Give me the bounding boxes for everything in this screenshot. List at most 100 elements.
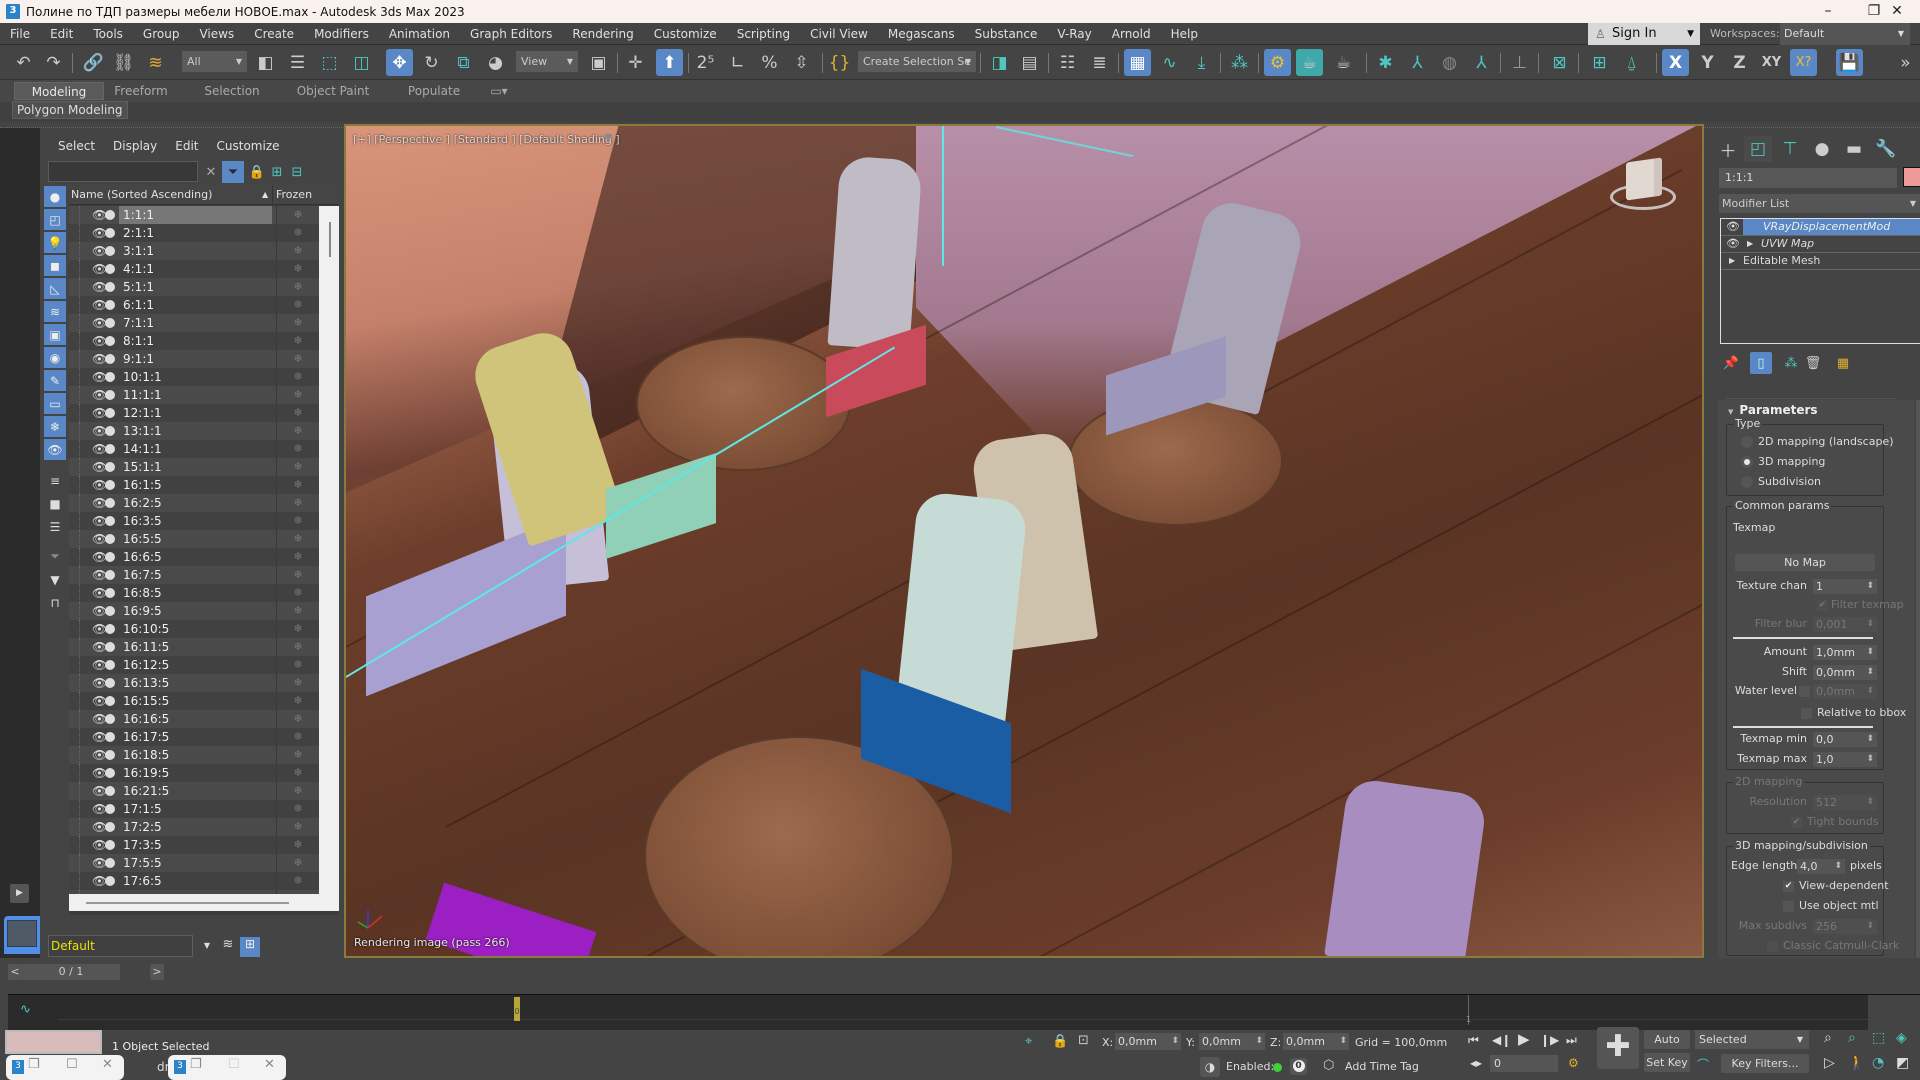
configure-modifier-sets-icon[interactable]: ▦ xyxy=(1832,352,1854,374)
toolbar-overflow-button[interactable]: » xyxy=(1892,49,1919,76)
renderable-toggle-icon[interactable] xyxy=(105,408,115,418)
explorer-row[interactable]: 👁 16:21:5 ❄ xyxy=(69,782,319,800)
goto-end-icon[interactable]: ⏭ xyxy=(1566,1033,1577,1048)
renderable-toggle-icon[interactable] xyxy=(105,480,115,490)
perspective-viewport[interactable]: [+] [Perspective ] [Standard ] [Default … xyxy=(344,124,1704,958)
explorer-row[interactable]: 👁 16:7:5 ❄ xyxy=(69,566,319,584)
current-frame-field[interactable]: 0 xyxy=(1490,1055,1558,1072)
modify-tab-icon[interactable]: ◰ xyxy=(1744,136,1772,162)
renderable-toggle-icon[interactable] xyxy=(105,390,115,400)
orbit-icon[interactable]: ◔ xyxy=(1872,1055,1884,1071)
vray-ies-icon[interactable]: ⅄ xyxy=(1468,49,1495,76)
renderable-toggle-icon[interactable] xyxy=(105,840,115,850)
menu-create[interactable]: Create xyxy=(244,27,304,41)
frozen-icon[interactable]: ❄ xyxy=(276,620,319,638)
bind-space-warp-icon[interactable]: ≋ xyxy=(142,49,169,76)
menu-rendering[interactable]: Rendering xyxy=(562,27,643,41)
renderable-toggle-icon[interactable] xyxy=(105,516,115,526)
stack-item-uvw-map[interactable]: 👁 ▶ UVW Map xyxy=(1721,236,1920,253)
resolution-spinner[interactable]: 512 xyxy=(1813,795,1877,810)
rollout-header[interactable]: ▼ Parameters xyxy=(1728,403,1818,417)
renderable-toggle-icon[interactable] xyxy=(105,228,115,238)
select-scale-icon[interactable]: ⧉ xyxy=(450,49,477,76)
renderable-toggle-icon[interactable] xyxy=(105,462,115,472)
menu-graph-editors[interactable]: Graph Editors xyxy=(460,27,562,41)
set-keys-button[interactable]: ✚ xyxy=(1597,1027,1639,1069)
key-mode-dropdown[interactable]: Selected ▼ xyxy=(1695,1030,1809,1049)
menu-substance[interactable]: Substance xyxy=(965,27,1048,41)
ribbon-toggle-icon[interactable]: ▦ xyxy=(1124,49,1151,76)
constraint-x-button[interactable]: X xyxy=(1662,49,1689,76)
renderable-toggle-icon[interactable] xyxy=(105,570,115,580)
water-level-spinner[interactable]: 0,0mm xyxy=(1813,684,1877,699)
filter-bones-icon[interactable]: ✎ xyxy=(44,370,66,391)
filter-texmap-checkbox[interactable]: ✔ xyxy=(1817,600,1828,611)
filter-helpers-icon[interactable]: ◺ xyxy=(44,278,66,299)
object-color-swatch[interactable] xyxy=(1903,167,1920,187)
zoom-extents-all-icon[interactable]: ◈ xyxy=(1896,1030,1907,1046)
clear-search-icon[interactable]: ✕ xyxy=(200,161,222,183)
menu-views[interactable]: Views xyxy=(189,27,244,41)
explorer-menu-customize[interactable]: Customize xyxy=(208,136,289,156)
explorer-search-input[interactable] xyxy=(48,161,198,182)
redo-icon[interactable]: ↷ xyxy=(40,49,67,76)
radio-button[interactable] xyxy=(1741,476,1753,488)
renderable-toggle-icon[interactable] xyxy=(105,822,115,832)
frozen-icon[interactable]: ❄ xyxy=(276,476,319,494)
close-icon[interactable]: ✕ xyxy=(102,1057,113,1072)
spinner-snap-icon[interactable]: ⇳ xyxy=(788,49,815,76)
renderable-toggle-icon[interactable] xyxy=(105,372,115,382)
add-time-tag-button[interactable]: Add Time Tag xyxy=(1345,1060,1419,1073)
curve-editor-mini-icon[interactable]: ∿ xyxy=(20,1002,31,1017)
frozen-icon[interactable]: ❄ xyxy=(276,260,319,278)
placement-icon[interactable]: ◕ xyxy=(482,49,509,76)
menu-customize[interactable]: Customize xyxy=(644,27,727,41)
renderable-toggle-icon[interactable] xyxy=(105,606,115,616)
explorer-row[interactable]: 👁 2:1:1 ❄ xyxy=(69,224,319,242)
constraint-y-button[interactable]: Y xyxy=(1694,49,1721,76)
constraint-xy-snap-icon[interactable]: X? xyxy=(1790,49,1817,76)
filter-hidden-icon[interactable]: 👁 xyxy=(44,439,66,460)
explorer-row[interactable]: 👁 17:6:5 ❄ xyxy=(69,872,319,890)
renderable-toggle-icon[interactable] xyxy=(105,534,115,544)
display-tab-icon[interactable]: ▬ xyxy=(1840,136,1868,162)
vray-fur-icon[interactable]: ⊞ xyxy=(1586,49,1613,76)
page-next-button[interactable]: > xyxy=(150,964,164,980)
scene-explorer-icon[interactable]: ☷ xyxy=(1054,49,1081,76)
auto-key-button[interactable]: Auto Key xyxy=(1644,1030,1690,1065)
frozen-icon[interactable]: ❄ xyxy=(276,242,319,260)
frozen-icon[interactable]: ❄ xyxy=(276,386,319,404)
amount-spinner[interactable]: 1,0mm xyxy=(1813,645,1877,660)
selection-lock-icon[interactable]: 🔒 xyxy=(1052,1034,1068,1049)
frozen-icon[interactable]: ❄ xyxy=(276,710,319,728)
explorer-row[interactable]: 👁 16:15:5 ❄ xyxy=(69,692,319,710)
sign-in-button[interactable]: ♙ Sign In ▼ xyxy=(1588,23,1700,45)
frozen-icon[interactable]: ❄ xyxy=(276,656,319,674)
explorer-row[interactable]: 👁 16:8:5 ❄ xyxy=(69,584,319,602)
frozen-icon[interactable]: ❄ xyxy=(276,692,319,710)
vray-proxy-icon[interactable]: ⊥ xyxy=(1506,49,1533,76)
display-invert-icon[interactable]: ☰ xyxy=(44,516,66,537)
select-filter-icon[interactable]: ⏷ xyxy=(222,161,244,183)
column-name-header[interactable]: Name (Sorted Ascending) xyxy=(71,185,212,205)
vray-mesh-export-icon[interactable]: ⊠ xyxy=(1546,49,1573,76)
command-panel-scrollbar[interactable] xyxy=(1916,400,1920,958)
angle-snap-icon[interactable]: ∟ xyxy=(724,49,751,76)
filter-shapes-icon[interactable]: ◰ xyxy=(44,209,66,230)
window-crossing-icon[interactable]: ◫ xyxy=(348,49,375,76)
align-icon[interactable]: ▤ xyxy=(1016,49,1043,76)
explorer-row[interactable]: 👁 3:1:1 ❄ xyxy=(69,242,319,260)
explorer-row[interactable]: 👁 17:5:5 ❄ xyxy=(69,854,319,872)
zoom-all-icon[interactable]: ⌕ xyxy=(1848,1030,1856,1046)
frozen-icon[interactable]: ❄ xyxy=(276,764,319,782)
isolate-selection-icon[interactable]: ⌖ xyxy=(1025,1034,1032,1049)
filter-spacewarps-icon[interactable]: ≋ xyxy=(44,301,66,322)
explorer-row[interactable]: 👁 13:1:1 ❄ xyxy=(69,422,319,440)
mirror-icon[interactable]: ◨ xyxy=(986,49,1013,76)
auto-save-icon[interactable]: 💾 xyxy=(1836,49,1863,76)
field-of-view-icon[interactable]: ▷ xyxy=(1824,1055,1835,1071)
explorer-row[interactable]: 👁 15:1:1 ❄ xyxy=(69,458,319,476)
filter-frozen-icon[interactable]: ❄ xyxy=(44,416,66,437)
tab-selection[interactable]: Selection xyxy=(196,82,268,100)
explorer-horizontal-scrollbar[interactable] xyxy=(69,894,339,911)
